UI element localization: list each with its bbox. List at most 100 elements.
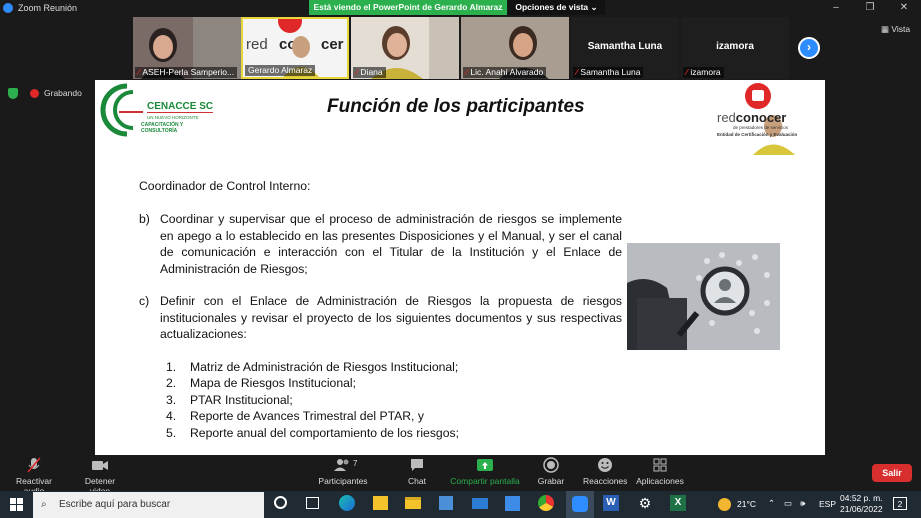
- item-text: Definir con el Enlace de Administración …: [160, 294, 622, 341]
- security-shield-icon: [8, 88, 18, 99]
- zoom-app-icon: [3, 2, 13, 13]
- apps-icon: [653, 458, 667, 472]
- recording-indicator: Grabando: [30, 88, 82, 98]
- participant-tile[interactable]: ⁄ Lic. Anahí Alvarado: [461, 17, 569, 79]
- mic-muted-icon: ⁄: [356, 67, 358, 77]
- redconocer-brand: redconocer: [717, 110, 787, 125]
- calculator-icon[interactable]: [439, 496, 453, 510]
- redconocer-sub2: Entidad de Certificación y Evaluación: [717, 132, 798, 137]
- record-button[interactable]: Grabar: [537, 457, 565, 486]
- magnifier-people-image: [627, 243, 780, 350]
- cenacce-tag2: CAPACITACIÓN Y CONSULTORÍA: [141, 122, 184, 134]
- shared-slide: CENACCE SC UN NUEVO HORIZONTE CAPACITACI…: [95, 80, 825, 455]
- view-options-button[interactable]: Opciones de vista ⌄: [508, 0, 605, 15]
- sticky-notes-icon[interactable]: [373, 496, 388, 510]
- grid-icon: ▦: [881, 24, 892, 34]
- participant-tile[interactable]: ⁄ ASEH-Perla Samperio...: [133, 17, 241, 79]
- temperature-readout: 21°C: [737, 499, 756, 509]
- participants-icon: [334, 459, 349, 471]
- share-screen-icon: [477, 459, 493, 471]
- mic-muted-icon: ⁄: [686, 67, 688, 77]
- video-camera-icon: [92, 461, 108, 470]
- share-screen-button[interactable]: Compartir pantalla: [450, 457, 520, 486]
- chat-button[interactable]: Chat: [402, 457, 432, 486]
- redconocer-logo: redconocer de prestadores de servicios E…: [715, 82, 815, 157]
- slide-item-c: c) Definir con el Enlace de Administraci…: [139, 293, 622, 343]
- maximize-button[interactable]: ❐: [853, 0, 887, 15]
- language-indicator[interactable]: ESP: [819, 499, 836, 509]
- settings-gear-icon[interactable]: ⚙: [637, 495, 653, 511]
- chrome-icon[interactable]: [538, 495, 554, 511]
- svg-text:red: red: [246, 36, 268, 53]
- file-explorer-icon[interactable]: [405, 497, 421, 509]
- item-text: Coordinar y supervisar que el proceso de…: [160, 212, 622, 276]
- list-item: 5. Reporte anual del comportamiento de lo…: [166, 425, 459, 440]
- cortana-icon[interactable]: [274, 496, 287, 509]
- item-label: c): [139, 294, 150, 308]
- taskbar-search-box[interactable]: ⌕ Escribe aquí para buscar: [33, 492, 264, 518]
- slide-heading: Coordinador de Control Interno:: [139, 179, 311, 193]
- participant-name: ⁄ izamora: [683, 67, 724, 78]
- cenacce-tag1: UN NUEVO HORIZONTE: [147, 115, 199, 120]
- reactions-button[interactable]: Reacciones: [583, 457, 627, 486]
- meeting-toolbar: Reactivar audio Detener video Participan…: [0, 455, 921, 496]
- word-icon[interactable]: W: [603, 495, 619, 511]
- cenacce-logo: CENACCE SC UN NUEVO HORIZONTE CAPACITACI…: [97, 82, 217, 137]
- chat-icon: [411, 459, 423, 471]
- mic-muted-icon: ⁄: [466, 67, 468, 77]
- zoom-taskbar-icon: [572, 496, 588, 512]
- record-icon: [543, 457, 559, 473]
- participant-name: ⁄ Samantha Luna: [573, 67, 644, 78]
- magnifier-illustration: [627, 243, 780, 350]
- notifications-badge[interactable]: 2: [893, 497, 907, 510]
- participants-button[interactable]: Participantes: [318, 457, 368, 486]
- tray-chevron-icon[interactable]: ⌃: [768, 498, 775, 509]
- mic-muted-icon: ⁄: [138, 67, 140, 77]
- slide-title: Función de los participantes: [327, 96, 585, 117]
- participant-tile[interactable]: red co cer Gerardo Almaraz: [241, 17, 349, 79]
- participant-name: ⁄ Diana: [353, 67, 386, 78]
- item-label: b): [139, 212, 150, 226]
- apps-button[interactable]: Aplicaciones: [636, 457, 684, 486]
- window-controls: – ❐ ✕: [819, 0, 921, 15]
- share-banner: Está viendo el PowerPoint de Gerardo Alm…: [309, 0, 507, 15]
- cenacce-brand: CENACCE SC: [147, 101, 214, 113]
- edge-icon[interactable]: [339, 495, 355, 511]
- participant-name: Gerardo Almaraz: [245, 65, 316, 76]
- list-item: 2. Mapa de Riesgos Institucional;: [166, 376, 356, 391]
- participant-display-name: izamora: [716, 41, 754, 52]
- volume-icon[interactable]: 🕪: [800, 498, 805, 509]
- windows-start-icon[interactable]: [10, 498, 23, 511]
- participant-name: ⁄ ASEH-Perla Samperio...: [135, 67, 238, 78]
- taskbar-clock[interactable]: 04:52 p. m. 21/06/2022: [840, 493, 883, 515]
- record-dot-icon: [30, 88, 39, 98]
- windows-taskbar: ⌕ Escribe aquí para buscar W ⚙ X 21°C ⌃ …: [0, 491, 921, 518]
- minimize-button[interactable]: –: [819, 0, 853, 15]
- participant-name: ⁄ Lic. Anahí Alvarado: [463, 67, 547, 78]
- view-button[interactable]: ▦ Vista: [881, 24, 910, 35]
- next-page-button[interactable]: ›: [798, 37, 820, 59]
- participant-tile[interactable]: ⁄ Diana: [351, 17, 459, 79]
- slide-item-b: b) Coordinar y supervisar que el proceso…: [139, 211, 622, 277]
- store-icon[interactable]: [505, 496, 520, 511]
- task-view-icon[interactable]: [306, 497, 319, 509]
- redconocer-sub1: de prestadores de servicios: [733, 125, 789, 130]
- participant-tile[interactable]: Samantha Luna ⁄ Samantha Luna: [571, 17, 679, 79]
- mic-muted-icon: ⁄: [576, 67, 578, 77]
- weather-icon[interactable]: [718, 498, 731, 511]
- close-button[interactable]: ✕: [887, 0, 921, 15]
- mail-icon[interactable]: [472, 498, 488, 509]
- clock-time: 04:52 p. m.: [840, 493, 883, 503]
- participants-count: 7: [353, 459, 358, 468]
- window-title: Zoom Reunión: [18, 2, 78, 13]
- battery-icon[interactable]: ▭: [784, 498, 792, 509]
- participant-display-name: Samantha Luna: [587, 41, 663, 52]
- excel-icon[interactable]: X: [670, 495, 686, 511]
- participant-tile[interactable]: izamora ⁄ izamora: [681, 17, 789, 79]
- list-item: 4. Reporte de Avances Trimestral del PTAR…: [166, 409, 424, 424]
- search-icon: ⌕: [41, 499, 47, 510]
- emoji-icon: [598, 458, 612, 472]
- leave-meeting-button[interactable]: Salir: [872, 464, 912, 482]
- document-list: 1. Matriz de Administración de Riesgos In…: [166, 359, 459, 441]
- svg-text:cer: cer: [321, 36, 344, 53]
